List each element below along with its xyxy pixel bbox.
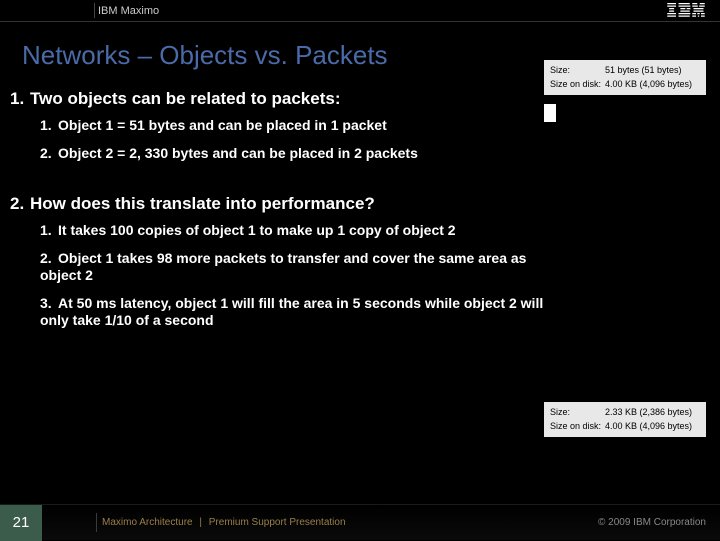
bullet-text: Object 1 takes 98 more packets to transf… bbox=[40, 250, 526, 284]
footer-text: Maximo Architecture | Premium Support Pr… bbox=[102, 517, 346, 528]
footer-divider bbox=[96, 513, 97, 532]
bullet-number: 1. bbox=[40, 117, 58, 135]
bullet-number: 2. bbox=[40, 250, 58, 268]
footer-bar: 21 Maximo Architecture | Premium Support… bbox=[0, 504, 720, 540]
footer-right: Premium Support Presentation bbox=[209, 517, 346, 528]
size-value: 2.33 KB (2,386 bytes) bbox=[605, 406, 692, 420]
bullet-number: 2. bbox=[40, 145, 58, 163]
bullet-text: Two objects can be related to packets: bbox=[30, 89, 341, 108]
bullet-2-3: 3.At 50 ms latency, object 1 will fill t… bbox=[40, 295, 560, 330]
page-number: 21 bbox=[0, 505, 42, 541]
bullet-text: At 50 ms latency, object 1 will fill the… bbox=[40, 295, 543, 329]
disk-value: 4.00 KB (4,096 bytes) bbox=[605, 420, 692, 434]
bullet-text: How does this translate into performance… bbox=[30, 194, 375, 213]
bullet-text: It takes 100 copies of object 1 to make … bbox=[58, 222, 456, 238]
bullet-number: 1. bbox=[10, 89, 30, 109]
bullet-number: 3. bbox=[40, 295, 58, 313]
bullet-text: Object 1 = 51 bytes and can be placed in… bbox=[58, 117, 387, 133]
bullet-number: 2. bbox=[10, 194, 30, 214]
size-value: 51 bytes (51 bytes) bbox=[605, 64, 682, 78]
image-fragment bbox=[544, 104, 556, 122]
size-label: Size: bbox=[550, 64, 605, 78]
file-properties-bottom: Size:2.33 KB (2,386 bytes) Size on disk:… bbox=[544, 402, 706, 437]
bullet-text: Object 2 = 2, 330 bytes and can be place… bbox=[58, 145, 418, 161]
bullet-number: 1. bbox=[40, 222, 58, 240]
disk-value: 4.00 KB (4,096 bytes) bbox=[605, 78, 692, 92]
size-label: Size: bbox=[550, 406, 605, 420]
bullet-2: 2.How does this translate into performan… bbox=[10, 194, 410, 214]
footer-sep: | bbox=[199, 517, 202, 528]
disk-label: Size on disk: bbox=[550, 78, 605, 92]
screenshot-placeholder bbox=[554, 126, 706, 398]
bullet-1-2: 2.Object 2 = 2, 330 bytes and can be pla… bbox=[40, 145, 580, 163]
copyright: © 2009 IBM Corporation bbox=[598, 517, 706, 528]
header-divider bbox=[94, 3, 95, 18]
bullet-1-1: 1.Object 1 = 51 bytes and can be placed … bbox=[40, 117, 580, 135]
bullet-2-2: 2.Object 1 takes 98 more packets to tran… bbox=[40, 250, 560, 285]
footer-left: Maximo Architecture bbox=[102, 517, 193, 528]
file-properties-top: Size:51 bytes (51 bytes) Size on disk:4.… bbox=[544, 60, 706, 95]
disk-label: Size on disk: bbox=[550, 420, 605, 434]
bullet-2-1: 1.It takes 100 copies of object 1 to mak… bbox=[40, 222, 560, 240]
header-bar: IBM Maximo bbox=[0, 0, 720, 22]
ibm-logo-icon bbox=[666, 3, 706, 18]
product-name: IBM Maximo bbox=[98, 5, 159, 17]
